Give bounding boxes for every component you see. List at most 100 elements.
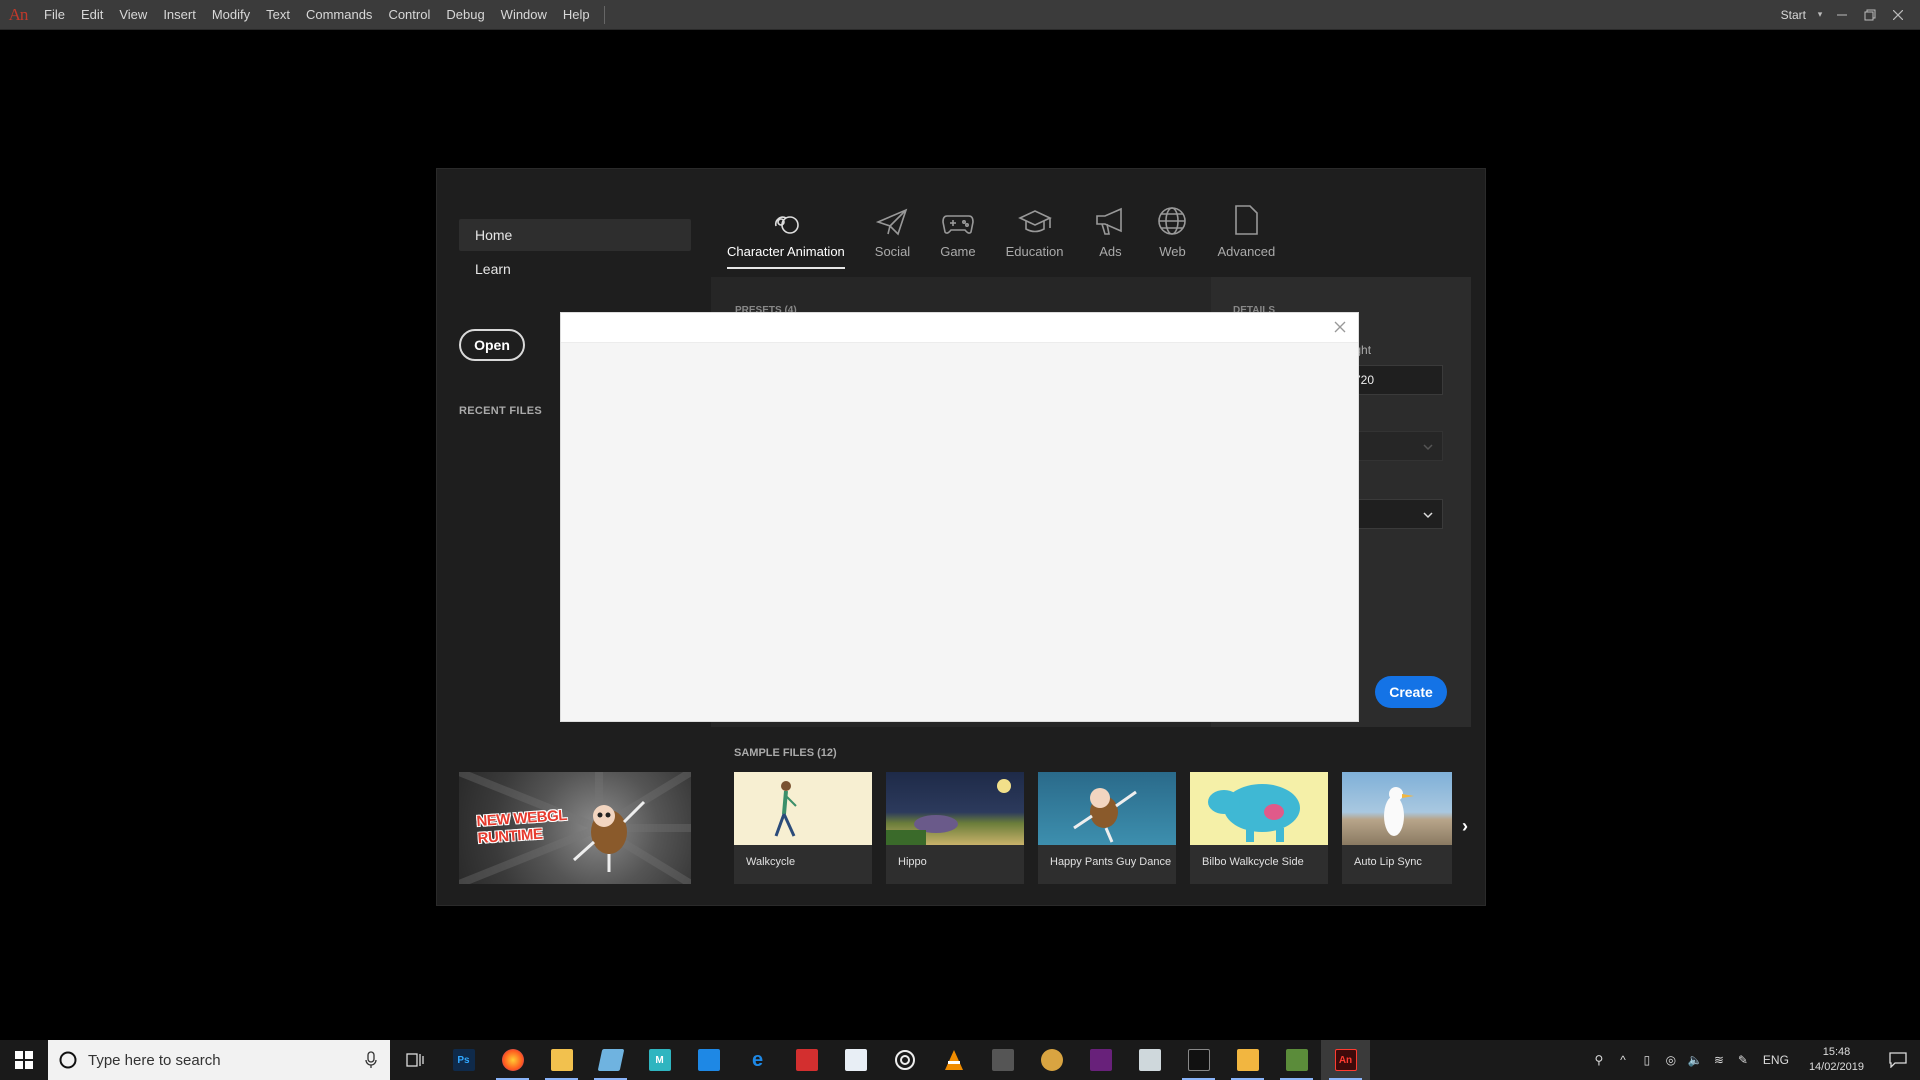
globe-app-icon[interactable]	[1027, 1040, 1076, 1080]
chevron-down-icon[interactable]: ▾	[1812, 0, 1828, 30]
close-window-icon[interactable]	[1884, 0, 1912, 30]
edge-icon[interactable]: e	[733, 1040, 782, 1080]
tab-ads[interactable]: Ads	[1093, 197, 1127, 269]
menu-text[interactable]: Text	[258, 0, 298, 30]
windows-start-button[interactable]	[0, 1040, 48, 1080]
menu-modify[interactable]: Modify	[204, 0, 258, 30]
nav-home[interactable]: Home	[459, 219, 691, 251]
sync-icon[interactable]: ◎	[1659, 1040, 1683, 1080]
tab-education[interactable]: Education	[1006, 197, 1063, 269]
blank-dialog	[560, 312, 1359, 722]
menu-edit[interactable]: Edit	[73, 0, 111, 30]
chevron-down-icon	[1423, 444, 1433, 451]
hippo-thumbnail	[886, 772, 1024, 845]
search-input[interactable]: Type here to search	[88, 1052, 364, 1069]
visual-studio-icon[interactable]	[1076, 1040, 1125, 1080]
pen-icon[interactable]: ✎	[1731, 1040, 1755, 1080]
photoshop-icon[interactable]: Ps	[439, 1040, 488, 1080]
document-icon	[1235, 205, 1259, 235]
menu-view[interactable]: View	[111, 0, 155, 30]
menu-bar: An File Edit View Insert Modify Text Com…	[0, 0, 1920, 30]
cortana-circle-icon	[59, 1051, 77, 1069]
auto-lip-sync-thumbnail	[1342, 772, 1452, 845]
firefox-icon[interactable]	[488, 1040, 537, 1080]
bilbo-thumbnail	[1190, 772, 1328, 845]
gamepad-icon	[942, 215, 974, 234]
usb-icon[interactable]: ▯	[1635, 1040, 1659, 1080]
wifi-icon[interactable]: ≋	[1707, 1040, 1731, 1080]
animate-logo: An	[8, 4, 29, 24]
tab-social[interactable]: Social	[875, 197, 910, 269]
notepad-app-icon[interactable]	[586, 1040, 635, 1080]
walkcycle-thumbnail	[734, 772, 872, 845]
sample-bilbo-walkcycle-side[interactable]: Bilbo Walkcycle Side	[1190, 772, 1328, 884]
notification-icon[interactable]	[1876, 1040, 1920, 1080]
tab-web[interactable]: Web	[1157, 197, 1187, 269]
minimize-icon[interactable]	[1828, 0, 1856, 30]
menu-commands[interactable]: Commands	[298, 0, 380, 30]
category-tabs: Character Animation Social Game Educatio…	[727, 197, 1305, 269]
terminal-icon[interactable]	[1174, 1040, 1223, 1080]
animate-taskbar-icon[interactable]: An	[1321, 1040, 1370, 1080]
paper-plane-icon	[876, 208, 908, 236]
chevron-right-icon[interactable]: ›	[1462, 816, 1468, 837]
close-icon[interactable]	[1332, 319, 1348, 335]
clock[interactable]: 15:48 14/02/2019	[1797, 1045, 1876, 1075]
globe-icon	[1158, 207, 1187, 235]
create-button[interactable]: Create	[1375, 676, 1447, 708]
microphone-icon[interactable]	[364, 1051, 378, 1069]
recent-files-heading: RECENT FILES	[459, 405, 543, 417]
start-nav: Home Learn	[459, 219, 691, 287]
vlc-icon[interactable]	[929, 1040, 978, 1080]
sample-files-list: Walkcycle Hippo Happy Pants Guy Dance Bi…	[734, 772, 1466, 884]
chevron-up-icon[interactable]: ^	[1611, 1040, 1635, 1080]
chevron-down-icon	[1423, 512, 1433, 519]
happy-pants-art	[1073, 788, 1137, 843]
garden-app-icon[interactable]	[1272, 1040, 1321, 1080]
menu-debug[interactable]: Debug	[438, 0, 492, 30]
file-app-icon[interactable]	[1125, 1040, 1174, 1080]
character-animation-icon	[774, 216, 799, 234]
banner-text: NEW WEBGL RUNTIME	[475, 806, 568, 848]
menu-file[interactable]: File	[36, 0, 73, 30]
taskbar-search[interactable]: Type here to search	[48, 1040, 390, 1080]
sample-hippo[interactable]: Hippo	[886, 772, 1024, 884]
sample-files-heading: SAMPLE FILES (12)	[734, 747, 837, 759]
target-app-icon[interactable]	[880, 1040, 929, 1080]
open-button[interactable]: Open	[459, 329, 525, 361]
windows-logo-icon	[15, 1051, 33, 1069]
menu-help[interactable]: Help	[555, 0, 598, 30]
workspace-switcher[interactable]: Start	[1775, 8, 1812, 22]
sample-happy-pants-guy-dance[interactable]: Happy Pants Guy Dance	[1038, 772, 1176, 884]
document-app-icon[interactable]	[831, 1040, 880, 1080]
happy-pants-thumbnail	[1038, 772, 1176, 845]
graduation-cap-icon	[1017, 210, 1052, 233]
language-indicator[interactable]: ENG	[1755, 1053, 1797, 1067]
people-icon[interactable]: ⚲	[1587, 1040, 1611, 1080]
sample-auto-lip-sync[interactable]: Auto Lip Sync	[1342, 772, 1452, 884]
menu-insert[interactable]: Insert	[155, 0, 204, 30]
sample-walkcycle[interactable]: Walkcycle	[734, 772, 872, 884]
menu-divider	[603, 5, 605, 24]
m-app-icon[interactable]: M	[635, 1040, 684, 1080]
tab-character-animation[interactable]: Character Animation	[727, 197, 845, 269]
menu-control[interactable]: Control	[380, 0, 438, 30]
acrobat-icon[interactable]	[782, 1040, 831, 1080]
taskbar: Type here to search Ps M e An ⚲ ^ ▯ ◎ 🔈 …	[0, 1040, 1920, 1080]
tab-game[interactable]: Game	[940, 197, 976, 269]
window-controls: Start ▾	[1775, 0, 1920, 30]
mail-app-icon[interactable]	[684, 1040, 733, 1080]
webgl-runtime-banner[interactable]: NEW WEBGL RUNTIME	[459, 772, 691, 884]
hippo-art	[886, 779, 1011, 845]
nav-learn[interactable]: Learn	[459, 253, 691, 285]
megaphone-icon	[1096, 207, 1123, 235]
restore-icon[interactable]	[1856, 0, 1884, 30]
tab-advanced[interactable]: Advanced	[1217, 197, 1275, 269]
volume-icon[interactable]: 🔈	[1683, 1040, 1707, 1080]
menu-window[interactable]: Window	[493, 0, 555, 30]
dialog-header	[561, 313, 1358, 343]
calculator-icon[interactable]	[978, 1040, 1027, 1080]
task-view-icon[interactable]	[390, 1040, 439, 1080]
panda-app-icon[interactable]	[1223, 1040, 1272, 1080]
file-explorer-icon[interactable]	[537, 1040, 586, 1080]
